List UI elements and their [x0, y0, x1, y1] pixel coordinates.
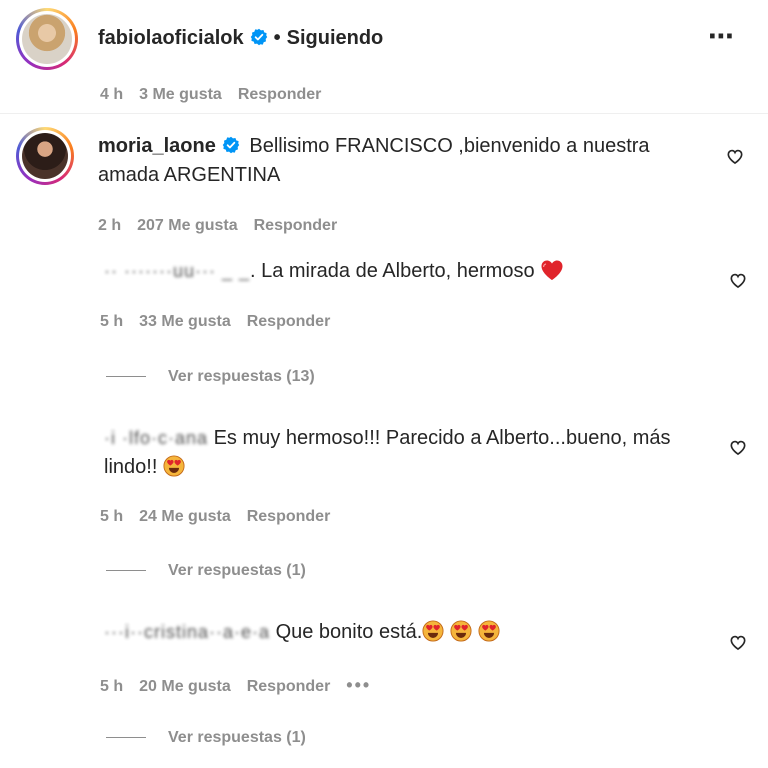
red-heart-emoji-icon [541, 260, 563, 280]
author-username[interactable]: fabiolaoficialok [98, 27, 244, 49]
like-heart-icon[interactable] [725, 146, 745, 166]
like-heart-icon[interactable] [728, 437, 748, 457]
verified-badge-icon [222, 136, 240, 154]
reply-button[interactable]: Responder [247, 678, 331, 695]
view-replies-label: Ver respuestas (1) [168, 562, 306, 579]
obscured-username[interactable]: ·· ·······uu··· _ _ [104, 257, 250, 286]
commenter-avatar[interactable] [16, 127, 74, 185]
reply-body: ·· ·······uu··· _ _. La mirada de Albert… [104, 257, 704, 286]
post-header: fabiolaoficialok • Siguiendo ⋯ [0, 0, 768, 82]
verified-badge-icon [250, 28, 267, 46]
comment-options-icon[interactable]: ••• [346, 675, 371, 695]
section-divider [0, 113, 768, 114]
author-avatar[interactable] [16, 8, 78, 70]
like-heart-icon[interactable] [728, 270, 748, 290]
reply-button[interactable]: Responder [247, 313, 331, 330]
view-replies-button[interactable]: Ver respuestas (1) [106, 729, 306, 747]
comment-text: Bellisimo FRANCISCO ,bienvenido a nuestr… [249, 135, 650, 157]
comment-meta: 5 h 33 Me gusta Responder [100, 313, 346, 331]
comment-text: Es muy hermoso!!! Parecido a Alberto...b… [213, 427, 671, 449]
more-options-icon[interactable]: ⋯ [708, 23, 736, 49]
comment-text: Que bonito está. [275, 621, 423, 643]
comment-body: moria_laone Bellisimo FRANCISCO ,bienven… [98, 132, 698, 190]
heart-eyes-emoji-icon [163, 455, 185, 477]
reply-button[interactable]: Responder [254, 217, 338, 234]
comment-text: . La mirada de Alberto, hermoso [249, 260, 535, 282]
view-replies-button[interactable]: Ver respuestas (1) [106, 562, 306, 580]
comment-time: 5 h [100, 313, 124, 330]
author-info: fabiolaoficialok • Siguiendo [98, 27, 383, 50]
view-replies-label: Ver respuestas (13) [168, 368, 315, 385]
like-heart-icon[interactable] [728, 632, 748, 652]
comment-time: 4 h [100, 86, 124, 103]
comment-meta: 5 h 20 Me gusta Responder ••• [100, 675, 387, 696]
reply-body: ·i ·lfo·c·ana Es muy hermoso!!! Parecido… [104, 424, 724, 482]
comment-text-continued: lindo!! [104, 456, 158, 478]
heart-eyes-emoji-icon [422, 620, 444, 642]
following-button[interactable]: Siguiendo [287, 27, 384, 49]
obscured-username[interactable]: ···i··cristina··a·e·a [104, 618, 270, 647]
reply-body: ···i··cristina··a·e·a Que bonito está. [104, 618, 704, 647]
comment-meta: 2 h 207 Me gusta Responder [98, 217, 353, 235]
heart-eyes-emoji-icon [478, 620, 500, 642]
like-count[interactable]: 24 Me gusta [139, 508, 231, 525]
replies-line [106, 376, 146, 378]
comment-meta: 4 h 3 Me gusta Responder [100, 86, 337, 104]
reply-button[interactable]: Responder [247, 508, 331, 525]
reply-button[interactable]: Responder [238, 86, 322, 103]
heart-eyes-emoji-icon [450, 620, 472, 642]
comment-meta: 5 h 24 Me gusta Responder [100, 508, 346, 526]
view-replies-button[interactable]: Ver respuestas (13) [106, 368, 315, 386]
like-count[interactable]: 33 Me gusta [139, 313, 231, 330]
replies-line [106, 737, 146, 739]
obscured-username[interactable]: ·i ·lfo·c·ana [104, 424, 208, 453]
comment-time: 2 h [98, 217, 122, 234]
separator-dot: • [273, 27, 281, 49]
comment-time: 5 h [100, 678, 124, 695]
like-count[interactable]: 207 Me gusta [137, 217, 237, 234]
comment-time: 5 h [100, 508, 124, 525]
commenter-username[interactable]: moria_laone [98, 135, 216, 157]
like-count[interactable]: 20 Me gusta [139, 678, 231, 695]
replies-line [106, 570, 146, 572]
comment-text-continued: amada ARGENTINA [98, 164, 281, 186]
like-count[interactable]: 3 Me gusta [139, 86, 222, 103]
view-replies-label: Ver respuestas (1) [168, 729, 306, 746]
